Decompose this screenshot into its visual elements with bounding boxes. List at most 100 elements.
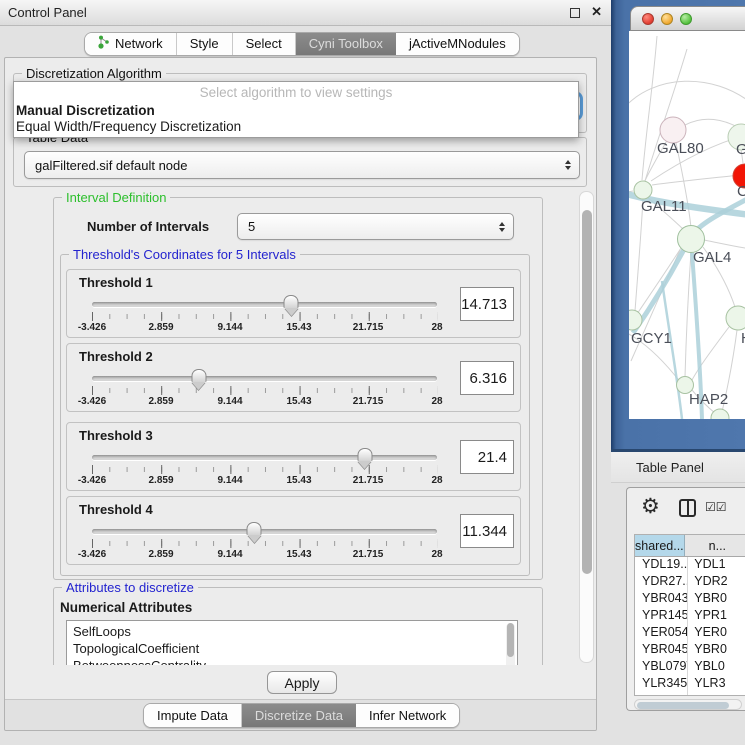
gear-icon[interactable]: ⚙: [641, 496, 660, 517]
table-data-combobox[interactable]: galFiltered.sif default node: [24, 151, 580, 179]
tab-cyni-toolbox[interactable]: Cyni Toolbox: [295, 33, 396, 55]
tick-label: 28: [431, 396, 442, 407]
node-partial-bottom[interactable]: [711, 409, 729, 419]
table-row[interactable]: YBR043CYBR0: [635, 591, 745, 608]
tick-label: 9.144: [217, 396, 242, 407]
threshold-4-slider[interactable]: -3.426 2.859 9.144 15.43 21.715 28: [92, 523, 437, 561]
scrollbar-thumb[interactable]: [582, 210, 592, 574]
threshold-3-slider[interactable]: -3.426 2.859 9.144 15.43 21.715 28: [92, 449, 437, 487]
tab-label: Network: [115, 36, 163, 51]
table-row[interactable]: YDL19...YDL1: [635, 557, 745, 574]
control-panel-titlebar: Control Panel ✕: [0, 0, 614, 26]
node-label-partial-h: H: [741, 330, 745, 347]
tab-impute-data[interactable]: Impute Data: [144, 704, 241, 727]
table-row[interactable]: YBR045CYBR0: [635, 642, 745, 659]
tick-label: 15.43: [286, 396, 311, 407]
tab-label: Infer Network: [369, 708, 446, 723]
list-scrollbar[interactable]: [506, 623, 515, 665]
close-icon[interactable]: ✕: [591, 4, 602, 20]
table-row[interactable]: YER054CYER0: [635, 625, 745, 642]
slider-track[interactable]: [92, 529, 437, 534]
slider-track[interactable]: [92, 376, 437, 381]
zoom-traffic-light[interactable]: [680, 13, 692, 25]
node-attribute-table: shared... n... YDL19...YDL1 YDR27...YDR2…: [634, 534, 745, 696]
slider-thumb[interactable]: [247, 522, 262, 535]
slider-ticks: [92, 312, 437, 321]
column-header-name[interactable]: n...: [685, 535, 745, 556]
slider-scale-labels: -3.426 2.859 9.144 15.43 21.715 28: [92, 549, 437, 561]
slider-thumb[interactable]: [191, 369, 206, 382]
tick-label: 21.715: [353, 322, 384, 333]
tick-label: 2.859: [148, 396, 173, 407]
node-gal11[interactable]: [634, 181, 652, 199]
tab-select[interactable]: Select: [232, 33, 295, 55]
attributes-listbox[interactable]: SelfLoops TopologicalCoefficient Between…: [66, 620, 518, 665]
tab-infer-network[interactable]: Infer Network: [356, 704, 459, 727]
tab-jactivemnodules[interactable]: jActiveMNodules: [396, 33, 519, 55]
settings-scrollbar[interactable]: [579, 191, 594, 663]
table-row[interactable]: YBL079WYBL0: [635, 659, 745, 676]
list-item[interactable]: TopologicalCoefficient: [73, 640, 517, 657]
tick-label: -3.426: [78, 475, 106, 486]
columns-icon[interactable]: [679, 499, 696, 517]
slider-ticks: [92, 386, 437, 395]
tick-label: 28: [431, 322, 442, 333]
minimize-traffic-light[interactable]: [661, 13, 673, 25]
node-partial-mid-right[interactable]: [726, 306, 745, 330]
table-panel-title: Table Panel: [636, 460, 704, 475]
threshold-label: Threshold 1: [79, 275, 153, 290]
threshold-1-slider[interactable]: -3.426 2.859 9.144 15.43 21.715 28: [92, 296, 437, 334]
tick-label: 2.859: [148, 322, 173, 333]
column-header-shared-name[interactable]: shared...: [635, 535, 685, 556]
number-of-intervals-label: Number of Intervals: [87, 219, 209, 234]
table-row[interactable]: YLR345WYLR3: [635, 676, 745, 693]
tick-label: -3.426: [78, 396, 106, 407]
select-columns-checkbox-icons[interactable]: ☑☑: [705, 500, 727, 514]
table-panel-header: Table Panel: [611, 452, 745, 483]
threshold-1-value-field[interactable]: 14.713: [460, 287, 514, 321]
tick-label: 15.43: [286, 322, 311, 333]
slider-thumb[interactable]: [284, 295, 299, 308]
slider-thumb[interactable]: [357, 448, 372, 461]
tab-discretize-data[interactable]: Discretize Data: [241, 704, 356, 727]
popup-hint: Select algorithm to view settings: [14, 85, 578, 102]
network-window-titlebar[interactable]: [630, 6, 745, 31]
number-of-intervals-combobox[interactable]: 5: [237, 213, 514, 240]
float-window-icon[interactable]: [570, 8, 580, 18]
node-label-partial-g: G.: [736, 141, 745, 158]
apply-button[interactable]: Apply: [267, 671, 337, 694]
table-row[interactable]: YIL052CYIL0: [635, 693, 745, 696]
node-label-gal11: GAL11: [641, 198, 687, 215]
table-row[interactable]: YDR27...YDR2: [635, 574, 745, 591]
group-title: Attributes to discretize: [62, 580, 198, 595]
list-item[interactable]: SelfLoops: [73, 623, 517, 640]
threshold-3-panel: Threshold 3 -3.426 2.859 9.144 15.43 21.…: [66, 422, 521, 491]
table-horizontal-scrollbar[interactable]: [634, 699, 742, 710]
tick-label: 28: [431, 475, 442, 486]
tab-style[interactable]: Style: [176, 33, 232, 55]
slider-track[interactable]: [92, 302, 437, 307]
tab-label: Style: [190, 36, 219, 51]
list-item[interactable]: BetweennessCentrality: [73, 657, 517, 665]
interval-definition-group: Interval Definition Number of Intervals …: [53, 197, 543, 580]
scrollbar-thumb[interactable]: [637, 702, 729, 709]
bottom-tab-bar: Impute Data Discretize Data Infer Networ…: [143, 703, 460, 728]
threshold-3-value-field[interactable]: 21.4: [460, 440, 514, 474]
table-header-row: shared... n...: [635, 535, 745, 557]
slider-track[interactable]: [92, 455, 437, 460]
table-row[interactable]: YPR145WYPR1: [635, 608, 745, 625]
combo-value: 5: [248, 219, 255, 234]
network-canvas[interactable]: GAL80 G. C GAL11 GAL4 GCY1 H HAP2: [629, 31, 745, 419]
popup-option-manual[interactable]: Manual Discretization: [14, 102, 578, 118]
scrollbar-thumb[interactable]: [507, 623, 514, 657]
tab-network[interactable]: Network: [85, 33, 176, 55]
node-label-partial-c: C: [737, 183, 745, 200]
threshold-4-value-field[interactable]: 11.344: [460, 514, 514, 548]
threshold-2-value-field[interactable]: 6.316: [460, 361, 514, 395]
threshold-2-slider[interactable]: -3.426 2.859 9.144 15.43 21.715 28: [92, 370, 437, 408]
tab-label: Cyni Toolbox: [309, 36, 383, 51]
network-view-window: GAL80 G. C GAL11 GAL4 GCY1 H HAP2: [611, 0, 745, 452]
close-traffic-light[interactable]: [642, 13, 654, 25]
tab-label: Impute Data: [157, 708, 228, 723]
popup-option-equal-width[interactable]: Equal Width/Frequency Discretization: [14, 118, 578, 134]
